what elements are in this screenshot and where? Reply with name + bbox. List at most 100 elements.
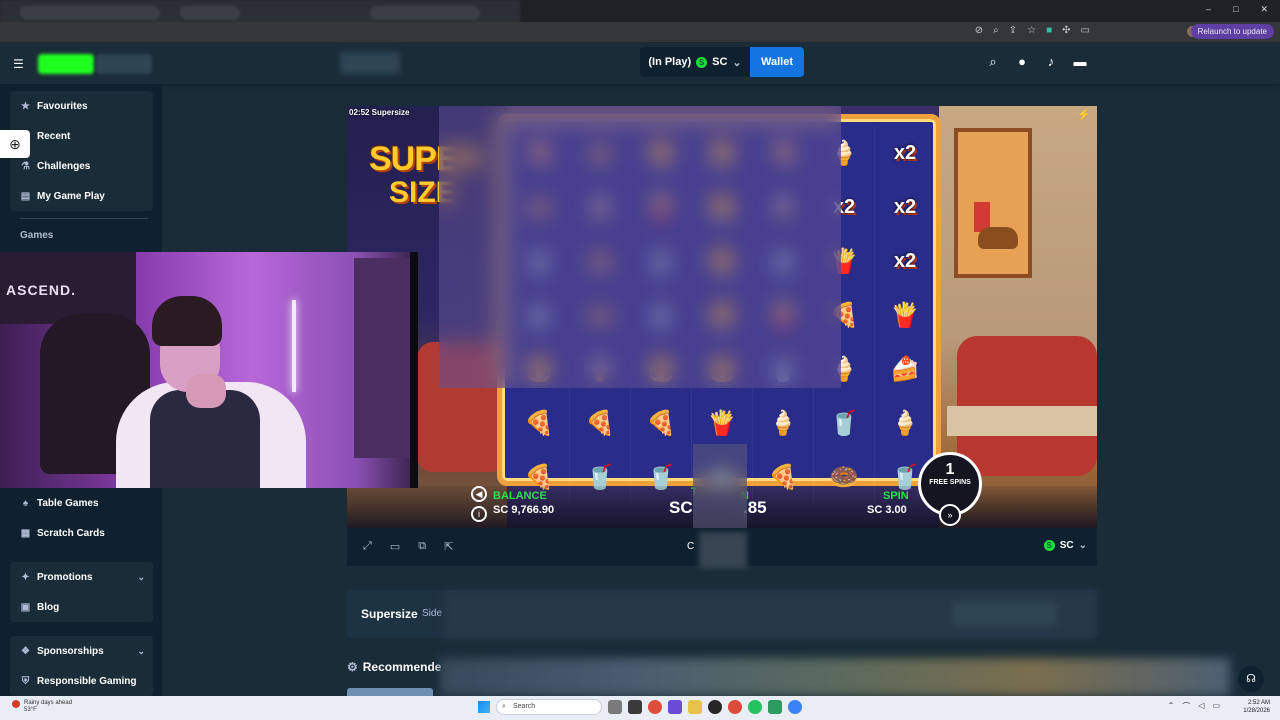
shield-icon: ⛨ — [21, 675, 30, 687]
recommended-game-thumb[interactable] — [347, 688, 433, 696]
game-provider[interactable]: Side — [422, 608, 442, 619]
share-icon[interactable]: ⇪ — [1009, 25, 1017, 36]
search-icon[interactable]: ⌕ — [986, 54, 1000, 70]
reel-symbol: 🍰 — [875, 342, 936, 396]
calculator-icon[interactable] — [768, 700, 782, 714]
site-logo-blurred[interactable] — [340, 52, 400, 74]
close-button[interactable]: ✕ — [1260, 4, 1268, 15]
volume-icon[interactable]: ◁ — [1198, 701, 1204, 712]
chat-icon[interactable]: ▬ — [1073, 54, 1087, 70]
fullscreen-icon[interactable]: ⤢ — [363, 540, 372, 553]
reel-symbol: 🍦 — [753, 396, 814, 450]
info-button-blurred[interactable] — [953, 602, 1057, 626]
header-icons: ⌕ ● ♪ ▬ — [986, 54, 1087, 70]
popout-icon[interactable]: ⇱ — [444, 540, 453, 553]
minimize-button[interactable]: – — [1206, 4, 1211, 15]
balance-selector[interactable]: (In Play) S SC ⌄ — [640, 47, 750, 77]
spin-value: SC 3.00 — [867, 504, 907, 516]
terminal-icon[interactable] — [628, 700, 642, 714]
game-currency-selector[interactable]: S SC ⌄ — [1043, 540, 1087, 551]
sidebar-group-promotions: ✦ Promotions ⌄ ▣ Blog — [10, 562, 153, 622]
sidebar-heading-games: Games — [20, 230, 54, 241]
system-tray: ⌃ ⌒ ◁ ▭ — [1168, 701, 1220, 712]
tab-blurred[interactable] — [20, 6, 160, 20]
sidebar-item-label: Recent — [37, 130, 71, 142]
game-mode-text: C — [687, 541, 695, 552]
sports-tab-blurred[interactable] — [96, 54, 152, 74]
chevron-up-icon[interactable]: ⌃ — [1168, 701, 1175, 712]
eye-off-icon[interactable]: ⊘ — [975, 25, 983, 36]
extension-icon[interactable]: ■ — [1046, 25, 1052, 36]
sidebar-item-my-game-play[interactable]: ▤ My Game Play — [10, 181, 153, 211]
casino-tab-blurred[interactable] — [38, 54, 94, 74]
network-icon[interactable]: ⌒ — [1182, 701, 1190, 712]
doorway — [354, 258, 418, 458]
tab-blurred[interactable] — [370, 6, 480, 20]
puzzle-icon[interactable]: ✣ — [1062, 25, 1070, 36]
reel-symbol: 🍟 — [692, 396, 753, 450]
sidebar-item-recent[interactable]: ◷Recent — [10, 121, 153, 151]
tab-blurred[interactable] — [180, 6, 240, 20]
battery-icon[interactable]: ▭ — [1212, 701, 1220, 712]
browser-icon[interactable] — [788, 700, 802, 714]
theatre-icon[interactable]: ▭ — [390, 540, 400, 553]
sidebar-item-promotions[interactable]: ✦ Promotions ⌄ — [10, 562, 153, 592]
sidebar-item-label: Favourites — [37, 100, 88, 112]
light-bar — [292, 300, 296, 392]
game-title: Supersize — [361, 607, 418, 621]
sidebar-item-blog[interactable]: ▣ Blog — [10, 592, 153, 622]
star-icon[interactable]: ☆ — [1027, 25, 1036, 36]
zoom-icon[interactable]: ⌕ — [993, 25, 999, 36]
sidebar-item-challenges[interactable]: ⚗ Challenges — [10, 151, 153, 181]
chrome-profile-icon[interactable] — [728, 700, 742, 714]
chevron-down-icon[interactable]: ⌄ — [137, 572, 145, 583]
hamburger-icon[interactable]: ☰ — [13, 57, 24, 71]
spotify-icon[interactable] — [748, 700, 762, 714]
sidebar-item-favourites[interactable]: ★ Favourites — [10, 91, 153, 121]
wallet-button[interactable]: Wallet — [750, 47, 804, 77]
lightning-icon[interactable]: ⚡ — [1077, 108, 1091, 121]
sidebar-item-table-games[interactable]: ♠ Table Games — [10, 488, 153, 518]
user-icon[interactable]: ● — [1015, 54, 1029, 70]
sweeps-coin-icon: S — [696, 56, 708, 68]
maximize-button[interactable]: □ — [1233, 4, 1238, 15]
info-icon[interactable]: i — [471, 506, 487, 522]
game-iframe[interactable]: SUPER SIZE 02:52 Supersize ⚡ 🍕🍩🍔🍔🍕🍦x2🍩🍦🍟… — [347, 106, 1097, 528]
file-explorer-icon[interactable] — [688, 700, 702, 714]
sound-icon[interactable]: ◀ — [471, 486, 487, 502]
sidebar-item-scratch-cards[interactable]: ▦ Scratch Cards — [10, 518, 153, 548]
fast-forward-icon[interactable]: » — [939, 504, 961, 526]
headset-icon[interactable]: ☊ — [1238, 666, 1264, 692]
obs-icon[interactable] — [708, 700, 722, 714]
sidebar-item-sponsorships[interactable]: ❖ Sponsorships ⌄ — [10, 636, 153, 666]
address-bar-icons: ⊘ ⌕ ⇪ ☆ ■ ✣ ▭ — [975, 25, 1090, 36]
sidebar-item-responsible-gaming[interactable]: ⛨ Responsible Gaming — [10, 666, 153, 696]
sidebar-item-label: Promotions — [37, 571, 93, 583]
bell-icon[interactable]: ♪ — [1044, 54, 1058, 70]
sidebar-item-label: Scratch Cards — [37, 527, 105, 539]
recommended-games-blurred[interactable] — [440, 658, 1230, 696]
discord-icon[interactable] — [668, 700, 682, 714]
sweeps-coin-icon: S — [1043, 540, 1055, 551]
relaunch-button[interactable]: Relaunch to update — [1190, 24, 1274, 39]
zoom-magnifier-icon[interactable]: ⊕ — [0, 130, 30, 158]
taskbar-search-input[interactable]: ⌕ Search — [496, 699, 602, 715]
balance-label: BALANCE — [493, 490, 547, 502]
browser-chrome: – □ ✕ ⊘ ⌕ ⇪ ☆ ■ ✣ ▭ Relaunch to update — [0, 0, 1280, 42]
diner-poster — [954, 128, 1032, 278]
chrome-icon[interactable] — [648, 700, 662, 714]
censor-blur-mode-toggle — [699, 532, 747, 568]
weather-widget[interactable]: Rainy days ahead 53°F — [12, 700, 72, 714]
win-value-start: SC — [669, 498, 693, 517]
windows-start-icon[interactable] — [478, 701, 490, 713]
weather-line2: 53°F — [24, 707, 37, 713]
reel-symbol: 🍕 — [509, 396, 570, 450]
task-view-icon[interactable] — [608, 700, 622, 714]
sidebar-icon[interactable]: ▭ — [1081, 25, 1090, 36]
reel-symbol: x2 — [875, 234, 936, 288]
sidebar-item-label: Responsible Gaming — [37, 675, 137, 687]
taskbar-clock[interactable]: 2:52 AM 1/28/2026 — [1243, 699, 1270, 715]
chevron-down-icon[interactable]: ⌄ — [137, 646, 145, 657]
sidebar-group-main: ★ Favourites ◷Recent ⚗ Challenges ▤ My Game… — [10, 91, 153, 211]
stats-icon[interactable]: ⧉ — [418, 540, 426, 553]
